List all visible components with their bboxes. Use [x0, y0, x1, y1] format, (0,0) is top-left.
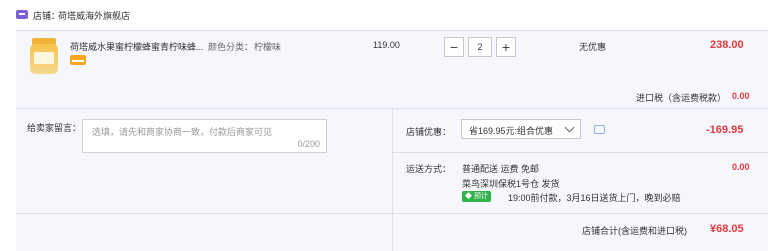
card-icon — [70, 55, 86, 65]
total-divider — [16, 213, 768, 214]
delivery-time: 19:00前付款，3月16日送货上门，晚到必赔 — [508, 193, 681, 203]
shipping-warehouse: 菜鸟深圳保税1号仓 发货 — [462, 179, 560, 189]
import-tax-label: 进口税（含运费税款） — [636, 93, 727, 103]
item-subtotal: 238.00 — [710, 39, 744, 51]
message-placeholder: 选填，请先和商家协商一致，付款后商家可见 — [92, 127, 273, 137]
import-tax-value: 0.00 — [732, 91, 750, 101]
chevron-down-icon — [564, 122, 575, 133]
quantity-stepper: − 2 + — [444, 37, 516, 57]
promotion-text: 无优惠 — [579, 42, 607, 52]
shipping-label: 运送方式： — [406, 164, 452, 174]
sku-value: 柠檬味 — [254, 42, 282, 52]
quantity-input[interactable]: 2 — [468, 37, 492, 57]
shop-header: 店铺： 荷塔威海外旗舰店 — [0, 0, 768, 30]
delivery-badge: ◆ 预计 — [462, 191, 491, 202]
coupon-selected-value: 省169.95元:组合优惠 — [469, 126, 554, 136]
product-image[interactable] — [28, 38, 60, 76]
coupon-select[interactable]: 省169.95元:组合优惠 — [461, 119, 581, 139]
sku-label: 颜色分类： — [208, 42, 254, 52]
increase-quantity-button[interactable]: + — [496, 37, 516, 57]
vertical-divider — [392, 109, 393, 251]
shop-label: 店铺： — [33, 11, 61, 21]
shipping-method: 普通配送 运费 免邮 — [462, 164, 540, 174]
coupon-discount: -169.95 — [706, 124, 744, 136]
coupon-label: 店铺优惠： — [406, 127, 452, 137]
decrease-quantity-button[interactable]: − — [444, 37, 464, 57]
chat-icon[interactable] — [594, 125, 605, 134]
seller-message-input[interactable]: 选填，请先和商家协商一致，付款后商家可见 0/200 — [82, 119, 327, 153]
message-label: 给卖家留言： — [27, 123, 82, 133]
shipping-fee: 0.00 — [732, 162, 750, 172]
shop-total-label: 店铺合计(含运费和进口税) — [582, 226, 687, 236]
shop-name-link[interactable]: 荷塔威海外旗舰店 — [58, 9, 130, 22]
horizontal-divider — [393, 152, 768, 153]
jar-label — [34, 52, 54, 64]
shop-icon — [16, 10, 28, 19]
order-item-row: 荷塔威水果蜜柠檬蜂蜜青柠味蜂... 颜色分类： 柠檬味 119.00 − 2 +… — [16, 30, 768, 109]
shop-total-value: ¥68.05 — [710, 223, 744, 235]
product-title-link[interactable]: 荷塔威水果蜜柠檬蜂蜜青柠味蜂... — [70, 40, 204, 53]
unit-price: 119.00 — [373, 40, 400, 50]
message-char-count: 0/200 — [297, 139, 320, 149]
order-options: 给卖家留言： 选填，请先和商家协商一致，付款后商家可见 0/200 店铺优惠： … — [16, 108, 768, 251]
